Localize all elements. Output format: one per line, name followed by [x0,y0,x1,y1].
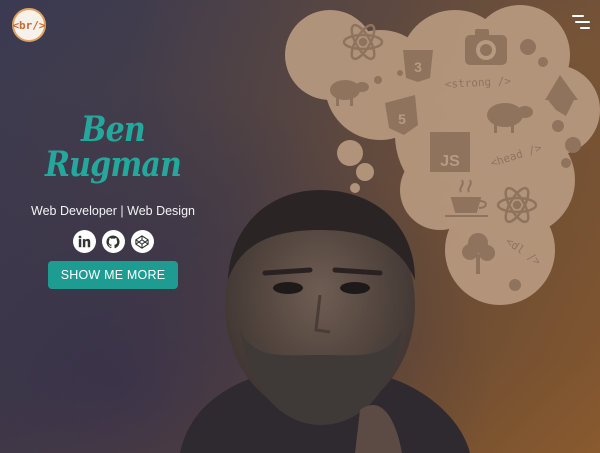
menu-line [572,15,584,17]
job-title: Web Developer | Web Design [31,204,195,218]
portrait-photo [180,190,470,453]
github-link[interactable] [101,230,125,253]
hero-section: 3 5 <strong /> <head /> <dl /> JS <br/> … [0,0,600,453]
menu-line [580,27,590,29]
social-links [22,230,204,253]
linkedin-link[interactable] [72,230,96,253]
menu-button[interactable] [572,13,590,31]
codepen-icon [135,234,149,249]
linkedin-icon [78,235,90,248]
intro-block: Ben Rugman Web Developer | Web Design SH… [22,112,204,289]
site-logo[interactable]: <br/> [12,8,46,42]
page-title: Ben Rugman [44,109,182,185]
codepen-link[interactable] [130,230,154,253]
show-more-button[interactable]: SHOW ME MORE [47,261,179,289]
menu-line [575,21,590,23]
github-icon [106,234,120,248]
